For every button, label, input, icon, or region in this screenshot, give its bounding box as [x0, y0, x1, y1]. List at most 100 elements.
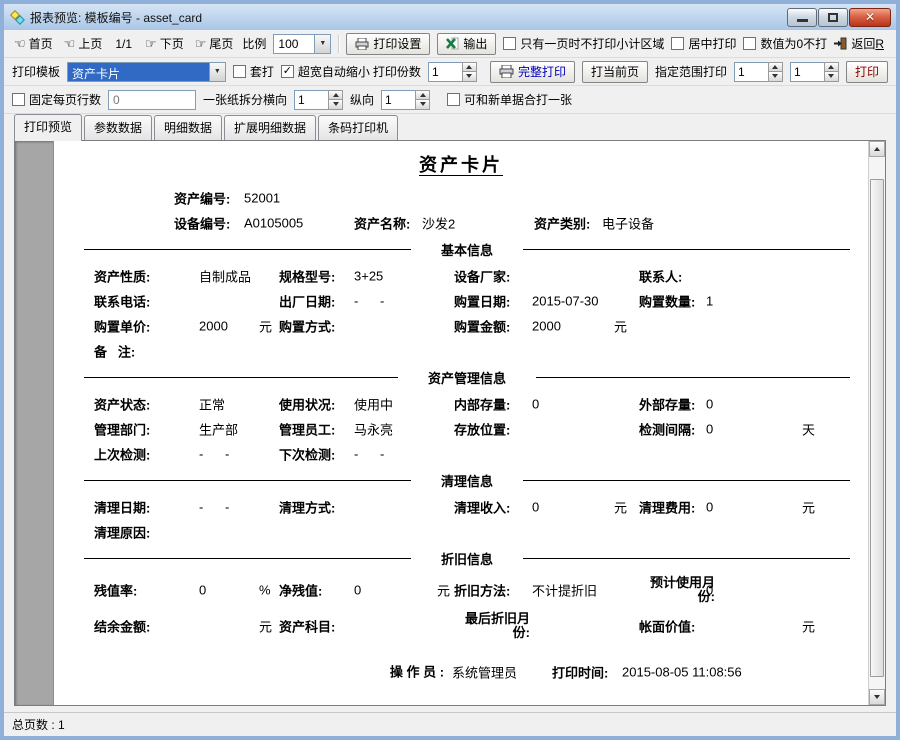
title-bar: 报表预览: 模板编号 - asset_card ✕: [4, 4, 896, 30]
scroll-up-icon[interactable]: [869, 141, 885, 157]
first-page-button[interactable]: ☜首页: [12, 33, 55, 54]
minimize-icon: [797, 19, 808, 22]
spin-down-icon[interactable]: [462, 72, 477, 82]
spin-up-icon[interactable]: [768, 62, 783, 73]
document-title: 资产卡片: [54, 151, 868, 185]
field-label: 资产类别:: [534, 213, 590, 232]
scrollbar-track[interactable]: [869, 157, 885, 689]
print-preview-area: 资产卡片 资产编号:52001设备编号:A0105005资产名称:沙发2资产类别…: [14, 140, 886, 706]
doc-section: 折旧信息: [54, 544, 868, 572]
field-label: 最后折旧月份:: [454, 612, 530, 640]
field-value: 0: [532, 499, 539, 514]
field-value: 电子设备: [602, 213, 654, 232]
field-label: 存放位置:: [454, 419, 510, 438]
field-value: 0: [706, 421, 713, 436]
template-value: 资产卡片: [68, 63, 209, 81]
field-value: 沙发2: [422, 213, 455, 232]
range-from-input[interactable]: [734, 62, 768, 82]
field-label: 预计使用月份:: [639, 576, 715, 604]
checkbox-no-subtotal-single-page[interactable]: 只有一页时不打印小计区域: [503, 35, 664, 52]
field-label: 折旧方法:: [454, 581, 510, 600]
spin-down-icon[interactable]: [824, 72, 839, 82]
return-button[interactable]: 返回R: [834, 35, 888, 52]
close-icon: ✕: [865, 10, 875, 24]
tab-parameter-data[interactable]: 参数数据: [84, 115, 152, 140]
range-label: 指定范围打印: [655, 63, 727, 80]
toolbar-layout: 固定每页行数 一张纸拆分横向 纵向 可和新单据合打一张: [4, 86, 896, 114]
field-label: 联系人:: [639, 266, 682, 285]
field-value: 0: [199, 583, 206, 598]
checkbox-icon: [233, 65, 246, 78]
scroll-down-icon[interactable]: [869, 689, 885, 705]
field-label: 内部存量:: [454, 394, 510, 413]
scale-label: 比例: [242, 35, 266, 52]
split-vertical-input[interactable]: [381, 90, 415, 110]
tab-print-preview[interactable]: 打印预览: [14, 114, 82, 141]
split-horizontal-stepper[interactable]: [294, 90, 343, 110]
hand-left-icon: ☜: [64, 38, 76, 50]
checkbox-center-print[interactable]: 居中打印: [671, 35, 736, 52]
scale-combobox[interactable]: 100 ▼: [273, 34, 331, 54]
last-page-button[interactable]: ☞尾页: [193, 33, 236, 54]
next-page-button[interactable]: ☞下页: [143, 33, 186, 54]
spin-up-icon[interactable]: [415, 90, 430, 101]
copies-input[interactable]: [428, 62, 462, 82]
print-settings-button[interactable]: 打印设置: [346, 33, 430, 55]
doc-section: 基本信息: [54, 235, 868, 263]
prev-page-button[interactable]: ☜上页: [62, 33, 105, 54]
minimize-button[interactable]: [787, 8, 817, 27]
spin-up-icon[interactable]: [328, 90, 343, 101]
spin-up-icon[interactable]: [824, 62, 839, 73]
report-page: 资产卡片 资产编号:52001设备编号:A0105005资产名称:沙发2资产类别…: [53, 141, 868, 705]
chevron-down-icon[interactable]: ▼: [314, 35, 330, 53]
fixed-rows-input[interactable]: [108, 90, 196, 110]
print-button[interactable]: 打印: [846, 61, 888, 83]
checkbox-zero-not-printed[interactable]: 数值为0不打: [743, 35, 827, 52]
doc-row: 残值率:0%净残值:0元折旧方法:不计提折旧预计使用月份:0: [54, 572, 868, 608]
split-horizontal-input[interactable]: [294, 90, 328, 110]
section-title: 资产管理信息: [398, 368, 536, 387]
vertical-scrollbar[interactable]: [868, 141, 885, 705]
doc-section: 资产管理信息: [54, 363, 868, 391]
field-label: 结余金额:: [94, 617, 150, 636]
checkbox-auto-shrink[interactable]: 超宽自动缩小: [281, 63, 370, 80]
template-combobox[interactable]: 资产卡片 ▼: [67, 62, 226, 82]
tab-extended-detail-data[interactable]: 扩展明细数据: [224, 115, 316, 140]
excel-export-icon: [446, 37, 459, 50]
checkbox-merge-with-new-doc[interactable]: 可和新单据合打一张: [447, 91, 572, 108]
tab-barcode-printer[interactable]: 条码打印机: [318, 115, 398, 140]
spin-down-icon[interactable]: [415, 100, 430, 110]
field-label: 资产状态:: [94, 394, 150, 413]
checkbox-icon: [12, 93, 25, 106]
field-unit: 元: [614, 497, 627, 516]
tab-detail-data[interactable]: 明细数据: [154, 115, 222, 140]
field-label: 检测间隔:: [639, 419, 695, 438]
spin-down-icon[interactable]: [768, 72, 783, 82]
print-full-button[interactable]: 完整打印: [490, 61, 575, 83]
field-value: 0: [532, 396, 539, 411]
range-from-stepper[interactable]: [734, 62, 783, 82]
maximize-button[interactable]: [818, 8, 848, 27]
close-button[interactable]: ✕: [849, 8, 891, 27]
spin-down-icon[interactable]: [328, 100, 343, 110]
spin-up-icon[interactable]: [462, 62, 477, 73]
print-current-page-button[interactable]: 打当前页: [582, 61, 648, 83]
checkbox-overlay-print[interactable]: 套打: [233, 63, 274, 80]
export-button[interactable]: 输出: [437, 33, 496, 55]
checkbox-fixed-rows-per-page[interactable]: 固定每页行数: [12, 91, 101, 108]
checkbox-icon: [743, 37, 756, 50]
range-to-input[interactable]: [790, 62, 824, 82]
field-value: 自制成品: [199, 266, 251, 285]
status-bar: 总页数 : 1: [4, 712, 896, 736]
field-value: 0: [354, 583, 361, 598]
document-footer: 操 作 员 : 系统管理员 打印时间: 2015-08-05 11:08:56: [54, 650, 868, 694]
field-unit: 元: [259, 316, 272, 335]
range-to-stepper[interactable]: [790, 62, 839, 82]
split-vertical-stepper[interactable]: [381, 90, 430, 110]
scrollbar-thumb[interactable]: [870, 179, 884, 677]
field-unit: 元: [614, 316, 627, 335]
chevron-down-icon[interactable]: ▼: [209, 63, 225, 81]
copies-stepper[interactable]: [428, 62, 477, 82]
print-time-value: 2015-08-05 11:08:56: [622, 665, 742, 680]
report-preview-window: 报表预览: 模板编号 - asset_card ✕ ☜首页 ☜上页 1/1 ☞下…: [0, 0, 900, 740]
